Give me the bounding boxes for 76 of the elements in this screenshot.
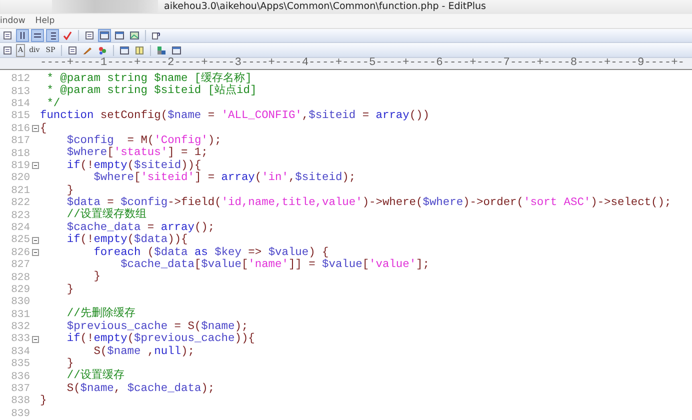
grid-icon[interactable] xyxy=(155,44,168,57)
code-line: $where['status'] = 1; xyxy=(66,147,208,160)
code-line: //设置缓存数组 xyxy=(66,209,146,222)
window-icon[interactable] xyxy=(98,28,111,42)
fold-icon[interactable] xyxy=(32,162,38,170)
line-number: 835 xyxy=(10,358,30,370)
line-number: 818 xyxy=(10,148,30,160)
code-line: { xyxy=(40,122,47,136)
line-number: 826 xyxy=(10,246,30,259)
fold-icon[interactable] xyxy=(32,236,38,244)
line-number: 834 xyxy=(10,346,30,358)
line-number: 822 xyxy=(10,197,30,210)
line-number: 817 xyxy=(10,135,30,148)
line-number: 821 xyxy=(10,184,30,197)
code-line: S($name, $cache_data); xyxy=(66,382,215,396)
code-line: } xyxy=(92,271,100,284)
line-number: 812 xyxy=(10,73,30,86)
code-line: } xyxy=(40,395,47,408)
window-icon[interactable] xyxy=(170,44,184,57)
line-number: 813 xyxy=(10,86,30,98)
fold-icon[interactable] xyxy=(32,336,38,343)
line-number: 838 xyxy=(10,395,30,408)
panel-icon[interactable] xyxy=(133,44,146,57)
code-line: $cache_data[$value['name']] = $value['value']; xyxy=(120,258,430,272)
code-line: $where['siteid'] = array('in',$siteid); xyxy=(92,172,356,185)
window-icon[interactable] xyxy=(113,28,126,42)
code-line: */ xyxy=(46,98,60,110)
line-number: 814 xyxy=(10,98,30,110)
line-number: 816 xyxy=(10,122,30,135)
code-line: S($name ,null); xyxy=(92,346,194,358)
line-number: 815 xyxy=(10,110,30,122)
code-line: $data = $config->field('id,name,title,value')->where($where)->order('sort ASC')->select(); xyxy=(66,196,672,209)
line-number: 823 xyxy=(10,210,30,222)
lines-icon[interactable] xyxy=(31,28,44,42)
code-line: //先删除缓存 xyxy=(66,308,136,320)
code-line: $config = M('Config'); xyxy=(66,135,222,148)
line-number: 827 xyxy=(10,259,30,272)
line-number: 836 xyxy=(10,370,30,383)
line-number: 833 xyxy=(10,333,30,346)
menu-item[interactable]: Help xyxy=(35,16,55,26)
image-icon[interactable] xyxy=(128,28,141,42)
code-line: * @param string $name [缓存名称] xyxy=(46,73,252,86)
numbered-lines-icon[interactable] xyxy=(46,28,59,42)
code-line: if(!empty($previous_cache)){ xyxy=(66,333,255,346)
window-icon[interactable] xyxy=(118,44,132,57)
code-line: if(!empty($data)){ xyxy=(66,234,188,246)
line-number: 831 xyxy=(10,308,30,321)
code-line: if(!empty($siteid)){ xyxy=(66,160,202,172)
menu-item[interactable]: indow xyxy=(0,16,26,26)
fold-icon[interactable] xyxy=(32,249,38,256)
column-icon[interactable] xyxy=(16,28,29,42)
line-number: 839 xyxy=(10,408,30,420)
code-line: //设置缓存 xyxy=(66,370,124,382)
code-line: } xyxy=(66,184,74,197)
document-icon[interactable] xyxy=(83,28,96,42)
fold-icon[interactable] xyxy=(32,125,38,132)
line-number: 819 xyxy=(10,160,30,172)
line-number: 829 xyxy=(10,284,30,296)
line-number: 837 xyxy=(10,383,30,396)
code-line: $previous_cache = S($name); xyxy=(66,320,248,333)
document-icon[interactable] xyxy=(66,44,80,57)
line-number: 832 xyxy=(10,321,30,334)
checkmark-icon[interactable] xyxy=(61,28,74,42)
code-line: function setConfig($name = 'ALL_CONFIG',$siteid = array()) xyxy=(40,110,430,122)
code-line: $cache_data = array(); xyxy=(66,222,215,234)
line-number: 825 xyxy=(10,234,30,246)
code-line: } xyxy=(66,284,74,296)
line-number: 830 xyxy=(10,296,30,308)
code-line: } xyxy=(66,358,74,370)
line-number: 828 xyxy=(10,272,30,284)
line-number: 824 xyxy=(10,222,30,234)
column-ruler: ----+----1----+----2----+----3----+----4----+----5----+----6----+----7----+----8----+----9----+- xyxy=(40,58,685,70)
code-line: * @param string $siteid [站点id] xyxy=(46,85,257,98)
line-number: 820 xyxy=(10,172,30,184)
code-line: foreach ($data as $key => $value) { xyxy=(92,246,329,259)
window-title: aikehou3.0\aikehou\Apps\Common\Common\function.php - EditPlus xyxy=(164,1,486,12)
